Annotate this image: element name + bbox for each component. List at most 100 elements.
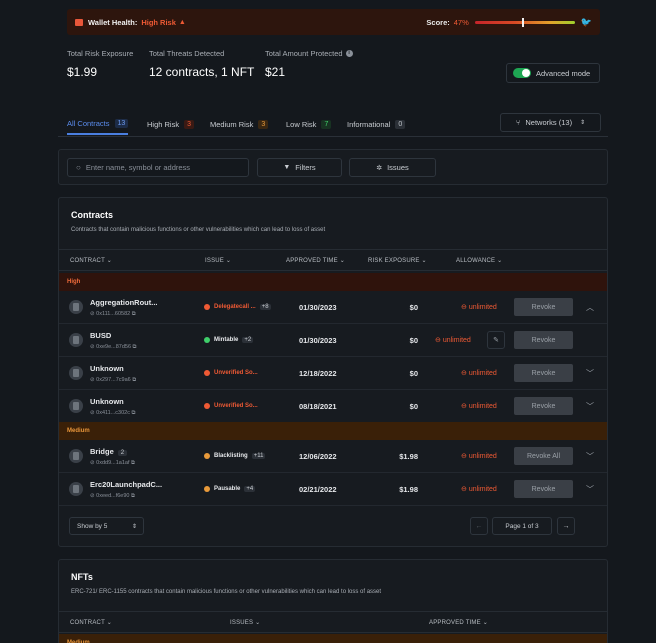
approved-date: 08/18/2021 [299,402,337,411]
filters-label: Filters [295,163,316,172]
col-issue[interactable]: ISSUE ⌄ [205,257,231,264]
issue-icon [204,403,210,409]
revoke-all-button[interactable]: Revoke All [514,447,573,465]
approved-date: 12/06/2022 [299,452,337,461]
revoke-button[interactable]: Revoke [514,397,573,415]
tab-count-badge: 3 [184,119,194,129]
contract-address[interactable]: ⊘ 0x297...7c9a6 ⧉ [90,377,136,384]
risk-exposure: $1.98 [399,485,418,494]
issues-button[interactable]: ✲ Issues [349,158,436,177]
col-label: APPROVED TIME [286,258,338,264]
issue-cell[interactable]: Mintable +2 [204,337,254,343]
col-issues[interactable]: ISSUES ⌄ [230,619,260,626]
allowance-text: unlimited [468,453,497,460]
networks-dropdown[interactable]: ⑂ Networks (13) ⇕ [500,113,601,132]
wallet-health-label: Wallet Health: [88,17,138,27]
issue-more-badge: +4 [244,486,256,492]
chevron-up-icon[interactable]: ︿ [586,302,594,313]
allowance: ⊖ unlimited [461,304,497,311]
allowance: ⊖ unlimited [435,337,471,344]
table-row[interactable]: AggregationRout... ⊘ 0x111...60582 ⧉ Del… [59,291,607,324]
tab-informational[interactable]: Informational 0 [347,113,406,135]
col-approved-time[interactable]: APPROVED TIME ⌄ [429,619,488,626]
contract-address[interactable]: ⊘ 0xe9e...87d56 ⧉ [90,344,136,351]
risk-exposure: $1.98 [399,452,418,461]
issue-cell[interactable]: Delegatecall ... +8 [204,304,271,310]
address-text: 0x411...c302c [96,410,130,416]
allowance-text: unlimited [468,403,497,410]
col-approved-time[interactable]: APPROVED TIME ⌄ [286,257,345,264]
col-contract[interactable]: CONTRACT ⌄ [70,257,112,264]
col-allowance[interactable]: ALLOWANCE ⌄ [456,257,502,264]
revoke-button[interactable]: Revoke [514,364,573,382]
table-row[interactable]: Bridge 2 ⊘ 0xdd9...1a1af ⧉ Blacklisting +1… [59,440,607,473]
search-input[interactable]: ○ Enter name, symbol or address [67,158,249,177]
allowance: ⊖ unlimited [461,403,497,410]
info-icon[interactable]: i [345,50,353,57]
next-page-button[interactable]: → [557,517,575,535]
allowance: ⊖ unlimited [461,486,497,493]
contract-address[interactable]: ⊘ 0xeed...f6e90 ⧉ [90,493,135,500]
advanced-mode-toggle[interactable]: Advanced mode [506,63,600,83]
col-label: CONTRACT [70,620,105,626]
table-row[interactable]: Unknown ⊘ 0x297...7c9a6 ⧉ Unverified So.… [59,357,607,390]
table-row[interactable]: BUSD ⊘ 0xe9e...87d56 ⧉ Mintable +2 01/30/… [59,324,607,357]
chevron-down-icon[interactable]: ﹀ [586,368,594,379]
address-text: 0x111...60582 [96,311,131,317]
filters-button[interactable]: ▼ Filters [257,158,342,177]
contracts-panel: Contracts Contracts that contain malicio… [58,197,608,547]
nfts-panel: NFTs ERC-721/ ERC-1155 contracts that co… [58,559,608,643]
table-row[interactable]: Unknown ⊘ 0x411...c302c ⧉ Unverified So.… [59,390,607,423]
toggle-switch[interactable] [513,68,531,78]
group-high: High [59,273,607,291]
contract-name: Bridge 2 [90,447,128,456]
allowance-text: unlimited [468,486,497,493]
network-icon: ⑂ [515,118,521,127]
chevron-down-icon[interactable]: ﹀ [586,484,594,495]
revoke-button[interactable]: Revoke [514,331,573,349]
networks-label: Networks (13) [525,118,573,127]
issue-cell[interactable]: Pausable +4 [204,486,256,492]
issue-cell[interactable]: Unverified So... [204,370,258,376]
issue-label: Unverified So... [214,370,258,376]
address-text: 0xeed...f6e90 [96,493,130,499]
contract-address[interactable]: ⊘ 0xdd9...1a1af ⧉ [90,460,135,467]
issue-label: Pausable [214,486,241,492]
chevron-down-icon[interactable]: ﹀ [586,451,594,462]
allowance-text: unlimited [468,370,497,377]
tab-count-badge: 3 [258,119,269,129]
edit-icon[interactable]: ✎ [487,331,505,349]
table-row[interactable]: Erc20LaunchpadC... ⊘ 0xeed...f6e90 ⧉ Pau… [59,473,607,506]
prev-page-button[interactable]: ← [470,517,488,535]
contract-name-text: Bridge [90,447,114,456]
col-contract[interactable]: CONTRACT ⌄ [70,619,112,626]
search-icon: ○ [76,163,81,172]
twitter-icon[interactable]: 🐦 [581,17,592,28]
tab-count-badge: 7 [321,119,332,129]
tab-count-badge: 0 [395,119,406,129]
allowance: ⊖ unlimited [461,370,497,377]
contract-address[interactable]: ⊘ 0x411...c302c ⧉ [90,410,135,417]
col-label: ISSUES [230,620,254,626]
risk-exposure: $0 [409,303,418,312]
contract-address[interactable]: ⊘ 0x111...60582 ⧉ [90,311,136,318]
panel-title: NFTs [71,572,93,582]
advanced-mode-label: Advanced mode [536,68,591,78]
issue-cell[interactable]: Unverified So... [204,403,258,409]
tab-high-risk[interactable]: High Risk 3 [147,113,194,135]
revoke-button[interactable]: Revoke [514,298,573,316]
tab-all-contracts[interactable]: All Contracts 13 [67,113,129,135]
show-by-select[interactable]: Show by 5 ⇕ [69,517,144,535]
tab-low-risk[interactable]: Low Risk 7 [286,113,332,135]
col-risk-exposure[interactable]: RISK EXPOSURE ⌄ [368,257,427,264]
tab-label: All Contracts [67,118,110,128]
tab-medium-risk[interactable]: Medium Risk 3 [210,113,269,135]
panel-subtitle: ERC-721/ ERC-1155 contracts that contain… [71,589,382,595]
revoke-button[interactable]: Revoke [514,480,573,498]
risk-exposure: $0 [409,402,418,411]
stat-label: Total Risk Exposure [67,49,134,58]
issue-cell[interactable]: Blacklisting +11 [204,453,266,459]
chevron-down-icon[interactable]: ﹀ [586,401,594,412]
risk-exposure: $0 [409,336,418,345]
col-label: APPROVED TIME [429,620,481,626]
